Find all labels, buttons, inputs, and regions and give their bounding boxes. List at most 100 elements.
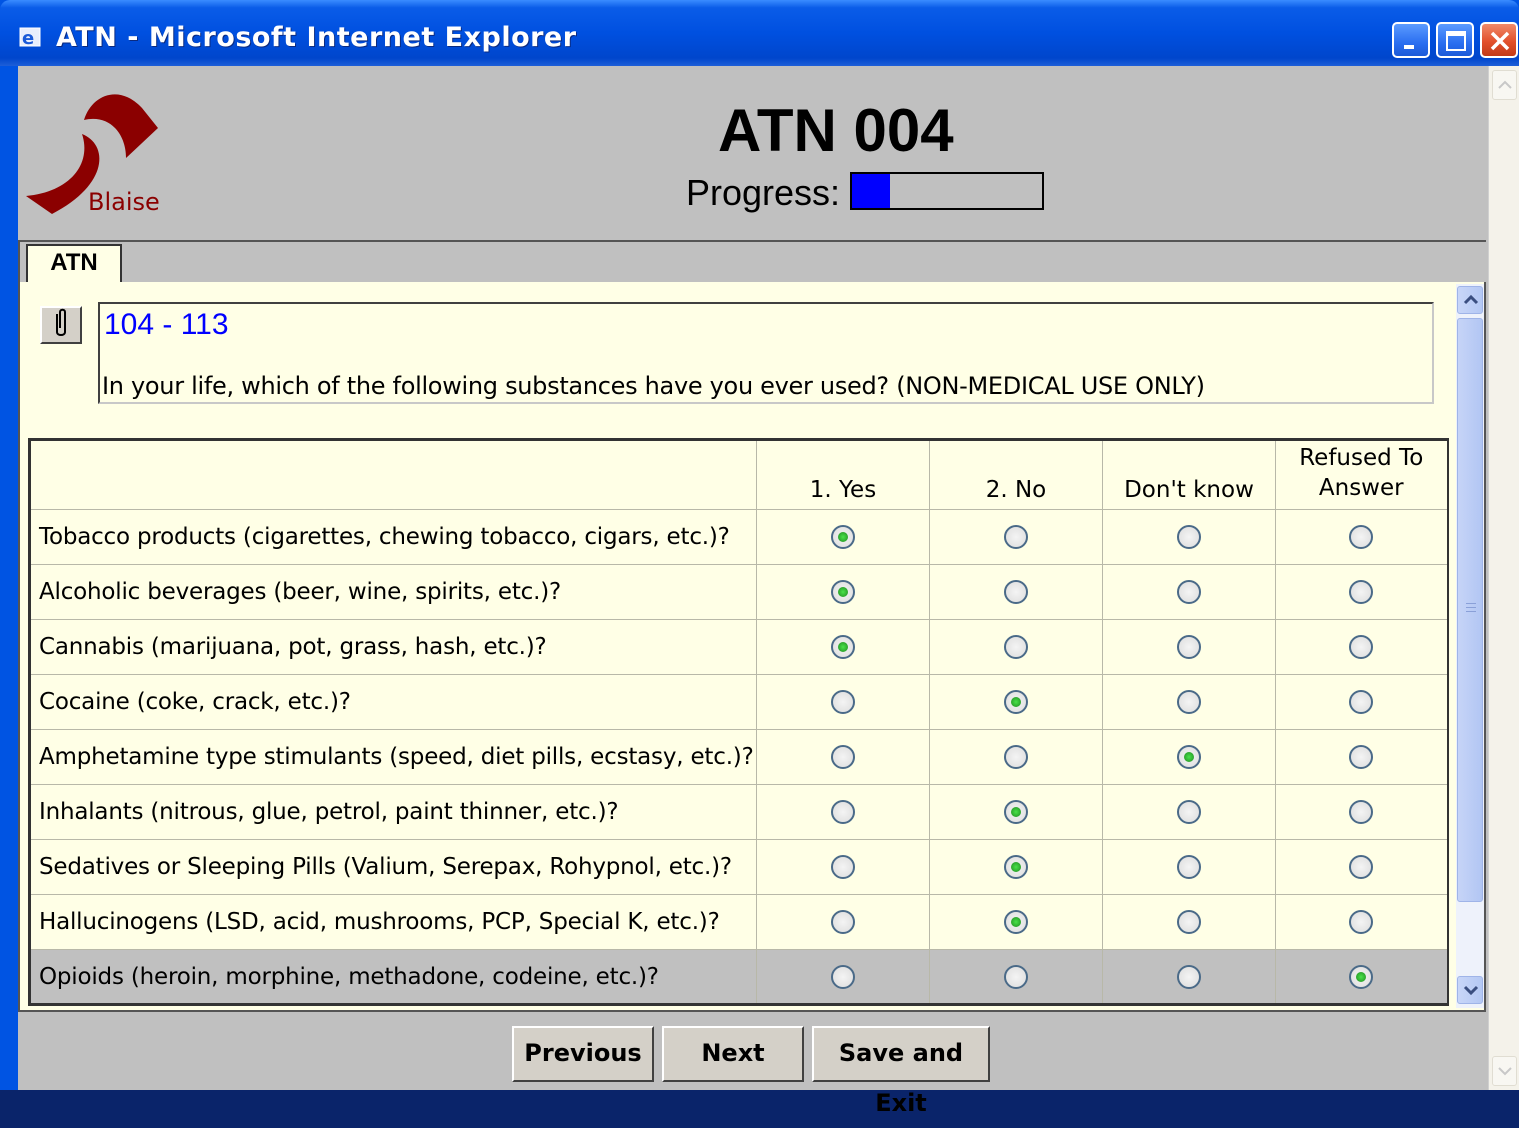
radio-no[interactable] — [1004, 635, 1028, 659]
radio-yes[interactable] — [831, 800, 855, 824]
progress-fill — [852, 174, 890, 208]
grip-line — [1466, 607, 1476, 608]
answer-cell — [756, 619, 930, 675]
row-label: Sedatives or Sleeping Pills (Valium, Ser… — [29, 839, 757, 895]
answer-cell — [1102, 729, 1276, 785]
page-content: Blaise ATN 004 Progress: ATN 104 - 113 I… — [18, 66, 1488, 1117]
radio-yes[interactable] — [831, 745, 855, 769]
row-label: Hallucinogens (LSD, acid, mushrooms, PCP… — [29, 894, 757, 950]
radio-dont-know[interactable] — [1177, 525, 1201, 549]
radio-yes[interactable] — [831, 910, 855, 934]
answer-cell — [929, 674, 1103, 730]
paperclip-icon — [56, 308, 66, 336]
radio-no[interactable] — [1004, 745, 1028, 769]
answer-cell — [929, 949, 1103, 1005]
grid-row: Opioids (heroin, morphine, methadone, co… — [29, 949, 1448, 1005]
grid-row: Amphetamine type stimulants (speed, diet… — [29, 729, 1448, 785]
row-label: Amphetamine type stimulants (speed, diet… — [29, 729, 757, 785]
row-label: Cannabis (marijuana, pot, grass, hash, e… — [29, 619, 757, 675]
radio-no[interactable] — [1004, 580, 1028, 604]
radio-no[interactable] — [1004, 964, 1028, 989]
answer-cell — [1102, 674, 1276, 730]
minimize-icon — [1404, 45, 1414, 49]
scroll-up-button[interactable] — [1492, 70, 1517, 100]
radio-dont-know[interactable] — [1177, 580, 1201, 604]
close-button[interactable] — [1480, 22, 1518, 58]
previous-button[interactable]: Previous — [512, 1026, 654, 1082]
answer-cell — [756, 839, 930, 895]
radio-refused[interactable] — [1349, 635, 1374, 659]
maximize-button[interactable] — [1436, 22, 1474, 58]
window-title: ATN - Microsoft Internet Explorer — [56, 22, 577, 53]
save-and-exit-button[interactable]: Save and Exit — [812, 1026, 990, 1117]
attachment-button[interactable] — [40, 306, 82, 344]
radio-refused[interactable] — [1349, 800, 1374, 824]
radio-dont-know[interactable] — [1177, 800, 1201, 824]
answer-cell — [929, 894, 1103, 950]
radio-dont-know[interactable] — [1177, 690, 1201, 714]
grid-header-row: 1. Yes 2. No Don't know Refused To Answe… — [29, 439, 1448, 510]
radio-refused[interactable] — [1349, 855, 1374, 879]
radio-no[interactable] — [1004, 910, 1028, 934]
question-text: In your life, which of the following sub… — [102, 372, 1205, 400]
row-label: Cocaine (coke, crack, etc.)? — [29, 674, 757, 730]
answer-grid: 1. Yes 2. No Don't know Refused To Answe… — [28, 438, 1449, 1006]
question-box: 104 - 113 In your life, which of the fol… — [98, 302, 1434, 404]
tab-atn[interactable]: ATN — [26, 244, 122, 286]
row-label: Alcoholic beverages (beer, wine, spirits… — [29, 564, 757, 620]
question-scrollbar[interactable] — [1456, 284, 1484, 1008]
svg-text:e: e — [22, 28, 34, 49]
radio-no[interactable] — [1004, 690, 1028, 714]
answer-cell — [1102, 619, 1276, 675]
answer-cell — [1275, 949, 1448, 1005]
radio-no[interactable] — [1004, 855, 1028, 879]
answer-cell — [1275, 784, 1448, 840]
radio-dont-know[interactable] — [1177, 855, 1201, 879]
radio-yes[interactable] — [831, 690, 855, 714]
ie-icon: e — [19, 27, 41, 49]
scroll-down-button[interactable] — [1492, 1056, 1517, 1086]
tab-strip: ATN — [18, 240, 1486, 286]
browser-scrollbar[interactable] — [1488, 66, 1519, 1090]
radio-no[interactable] — [1004, 800, 1028, 824]
column-header-yes: 1. Yes — [756, 439, 930, 510]
title-bar[interactable]: e ATN - Microsoft Internet Explorer — [0, 0, 1519, 66]
radio-yes[interactable] — [831, 855, 855, 879]
radio-refused[interactable] — [1349, 525, 1374, 549]
radio-refused[interactable] — [1349, 690, 1374, 714]
question-panel: 104 - 113 In your life, which of the fol… — [18, 282, 1486, 1012]
radio-refused[interactable] — [1349, 745, 1374, 769]
radio-dont-know[interactable] — [1177, 964, 1201, 989]
grid-body: Tobacco products (cigarettes, chewing to… — [29, 509, 1448, 1005]
radio-no[interactable] — [1004, 525, 1028, 549]
radio-refused[interactable] — [1349, 964, 1374, 989]
scroll-up-button[interactable] — [1457, 286, 1483, 314]
radio-dont-know[interactable] — [1177, 910, 1201, 934]
radio-dont-know[interactable] — [1177, 635, 1201, 659]
chevron-up-icon — [1498, 80, 1512, 89]
scroll-down-button[interactable] — [1457, 976, 1483, 1004]
scroll-thumb[interactable] — [1457, 318, 1483, 902]
next-button[interactable]: Next — [662, 1026, 804, 1082]
radio-yes[interactable] — [831, 580, 855, 604]
grid-row: Alcoholic beverages (beer, wine, spirits… — [29, 564, 1448, 620]
answer-cell — [756, 509, 930, 565]
column-header-refused: Refused To Answer — [1275, 439, 1448, 510]
browser-window: e ATN - Microsoft Internet Explorer Blai… — [0, 0, 1519, 1117]
grid-row: Tobacco products (cigarettes, chewing to… — [29, 509, 1448, 565]
answer-cell — [1275, 509, 1448, 565]
grid-row: Hallucinogens (LSD, acid, mushrooms, PCP… — [29, 894, 1448, 950]
minimize-button[interactable] — [1392, 22, 1430, 58]
radio-refused[interactable] — [1349, 910, 1374, 934]
radio-yes[interactable] — [831, 964, 855, 989]
answer-cell — [929, 839, 1103, 895]
radio-refused[interactable] — [1349, 580, 1374, 604]
radio-dont-know[interactable] — [1177, 745, 1201, 769]
answer-cell — [929, 729, 1103, 785]
answer-cell — [1275, 894, 1448, 950]
radio-yes[interactable] — [831, 635, 855, 659]
answer-cell — [756, 784, 930, 840]
question-range: 104 - 113 — [104, 308, 229, 341]
progress-bar — [850, 172, 1044, 210]
radio-yes[interactable] — [831, 525, 855, 549]
